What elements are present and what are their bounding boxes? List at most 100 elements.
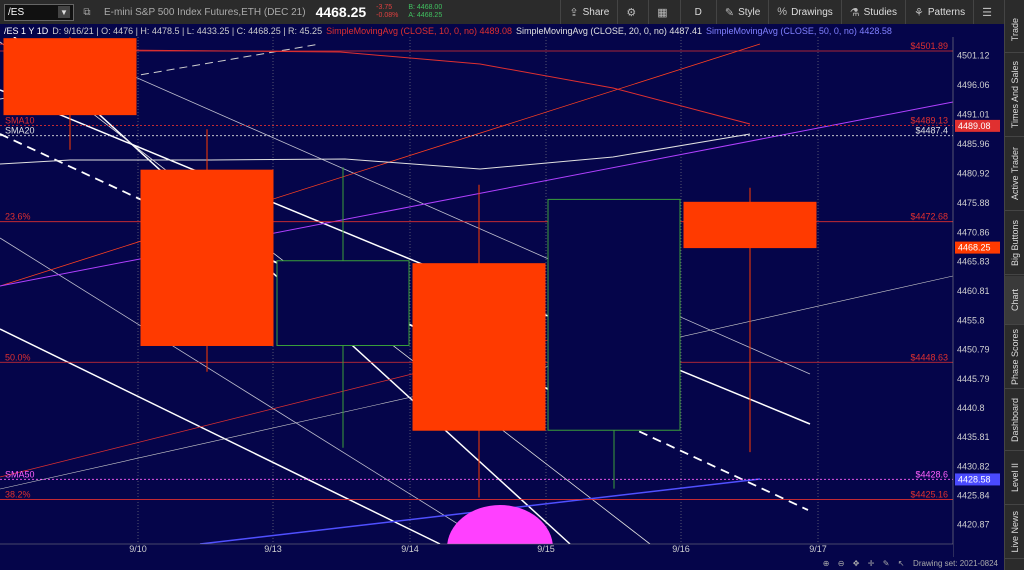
y-tick-label: 4470.86	[957, 227, 990, 237]
tab-phase-scores[interactable]: Phase Scores	[1005, 326, 1024, 389]
menu-icon: ☰	[982, 6, 992, 19]
tab-trade[interactable]: Trade	[1005, 8, 1024, 53]
x-tick-label: 9/16	[672, 544, 690, 554]
y-tick-label: 4435.81	[957, 432, 990, 442]
menu-button[interactable]: ☰	[973, 0, 1004, 24]
tab-label: Chart	[1010, 288, 1020, 311]
link-icon[interactable]: ⧉	[80, 5, 94, 19]
drawings-button[interactable]: % Drawings	[768, 0, 840, 24]
level-price-label: $4425.16	[910, 489, 948, 499]
candle-body[interactable]	[3, 38, 137, 116]
tab-label: Live News	[1010, 511, 1020, 553]
flask-icon: ⚗	[849, 6, 860, 19]
toolbar: /ES ▼ ⧉ E-mini S&P 500 Index Futures,ETH…	[0, 0, 1004, 25]
tab-big-buttons[interactable]: Big Buttons	[1005, 212, 1024, 275]
y-tick-label: 4425.84	[957, 490, 990, 500]
gear-icon: ⚙	[626, 6, 637, 19]
status-bar: ⊕ ⊖ ✥ ✛ ✎ ↖ Drawing set: 2021-0824	[817, 557, 1004, 570]
tab-dashboard[interactable]: Dashboard	[1005, 390, 1024, 451]
level-label: SMA50	[5, 469, 35, 479]
level-label: 23.6%	[5, 212, 31, 222]
tab-live-news[interactable]: Live News	[1005, 506, 1024, 559]
price-tag-label: 4489.08	[958, 121, 991, 131]
zoom-out-icon[interactable]: ⊖	[835, 558, 847, 569]
legend-sma50[interactable]: SimpleMovingAvg (CLOSE, 50, 0, no) 4428.…	[706, 26, 892, 36]
cursor-icon[interactable]: ↖	[895, 558, 907, 569]
x-tick-label: 9/14	[401, 544, 419, 554]
level-price-label: $4428.6	[915, 469, 948, 479]
level-label: 50.0%	[5, 352, 31, 362]
level-price-label: $4501.89	[910, 41, 948, 51]
tab-active-trader[interactable]: Active Trader	[1005, 138, 1024, 211]
y-tick-label: 4475.88	[957, 198, 990, 208]
style-button[interactable]: ✎ Style	[715, 0, 768, 24]
candle-body[interactable]	[547, 198, 681, 431]
level-label: 38.2%	[5, 489, 31, 499]
candle-body[interactable]	[683, 201, 817, 249]
y-tick-label: 4501.12	[957, 51, 990, 61]
tab-label: Dashboard	[1010, 397, 1020, 443]
trend-line[interactable]	[0, 328, 441, 545]
ask-price: A: 4468.25	[408, 12, 443, 19]
drawings-icon: %	[777, 6, 788, 18]
price-chart[interactable]: $4501.89 SMA10 $4489.13 SMA20 $4487.4 23.6% $4…	[0, 24, 1004, 570]
patterns-icon: ⚘	[914, 6, 924, 19]
x-tick-label: 9/17	[809, 544, 827, 554]
symbol-input[interactable]: /ES ▼	[4, 3, 74, 21]
tab-level-ii[interactable]: Level II	[1005, 452, 1024, 505]
grid-button[interactable]: ▦	[648, 0, 679, 24]
level-price-label: $4487.4	[915, 126, 948, 136]
tab-chart[interactable]: Chart	[1005, 276, 1024, 325]
style-icon: ✎	[724, 6, 735, 19]
legend-sma20[interactable]: SimpleMovingAvg (CLOSE, 20, 0, no) 4487.…	[516, 26, 702, 36]
drawing-set-label: Drawing set: 2021-0824	[913, 559, 998, 568]
y-tick-label: 4485.96	[957, 139, 990, 149]
sma20-line[interactable]	[0, 133, 751, 170]
last-price: 4468.25	[315, 4, 367, 20]
pan-icon[interactable]: ✥	[850, 558, 862, 569]
patterns-button[interactable]: ⚘ Patterns	[905, 0, 973, 24]
y-tick-label: 4440.8	[957, 403, 985, 413]
y-tick-label: 4445.79	[957, 374, 990, 384]
crosshair-icon[interactable]: ✛	[865, 558, 877, 569]
studies-button[interactable]: ⚗ Studies	[840, 0, 905, 24]
level-price-label: $4489.13	[910, 116, 948, 126]
price-tag-label: 4468.25	[958, 243, 991, 253]
zoom-in-icon[interactable]: ⊕	[820, 558, 832, 569]
symbol-text: /ES	[8, 6, 25, 18]
chart-canvas[interactable]: $4501.89 SMA10 $4489.13 SMA20 $4487.4 23.6% $4…	[0, 24, 1004, 570]
x-tick-label: 9/15	[537, 544, 555, 554]
share-icon: ⇪	[569, 6, 579, 19]
right-sidebar: Trade Times And Sales Active Trader Big But…	[1004, 0, 1024, 570]
level-price-label: $4448.63	[910, 352, 948, 362]
y-tick-label: 4460.81	[957, 286, 990, 296]
pencil-icon[interactable]: ✎	[880, 558, 892, 569]
price-tag-label: 4428.58	[958, 474, 991, 484]
change-block: -3.75 -0.08%	[376, 4, 398, 20]
chevron-down-icon[interactable]: ▼	[58, 6, 70, 18]
period-button[interactable]: D	[679, 0, 716, 24]
x-tick-label: 9/10	[129, 544, 147, 554]
y-tick-label: 4496.06	[957, 80, 990, 90]
gear-button[interactable]: ⚙	[617, 0, 648, 24]
tab-label: Active Trader	[1010, 147, 1020, 201]
grid-icon: ▦	[657, 6, 668, 19]
candle-body[interactable]	[412, 263, 546, 431]
tab-times-and-sales[interactable]: Times And Sales	[1005, 54, 1024, 137]
legend-sma10[interactable]: SimpleMovingAvg (CLOSE, 10, 0, no) 4489.…	[326, 26, 512, 36]
level-label: SMA20	[5, 126, 35, 136]
bid-price: B: 4468.00	[408, 4, 443, 11]
y-tick-label: 4430.82	[957, 461, 990, 471]
instrument-description: E-mini S&P 500 Index Futures,ETH (DEC 21…	[104, 6, 306, 18]
y-tick-label: 4420.87	[957, 520, 990, 530]
legend-symbol: /ES 1 Y 1D	[4, 25, 49, 36]
candle-body[interactable]	[276, 260, 410, 346]
level-price-label: $4472.68	[910, 212, 948, 222]
candle-body[interactable]	[140, 169, 274, 346]
tab-label: Big Buttons	[1010, 219, 1020, 267]
legend-ohlc: D: 9/16/21 | O: 4476 | H: 4478.5 | L: 44…	[52, 25, 323, 36]
tab-label: Phase Scores	[1010, 328, 1020, 386]
share-button[interactable]: ⇪ Share	[560, 0, 617, 24]
trend-line[interactable]	[0, 89, 811, 425]
chart-legend: /ES 1 Y 1D D: 9/16/21 | O: 4476 | H: 447…	[0, 24, 892, 37]
